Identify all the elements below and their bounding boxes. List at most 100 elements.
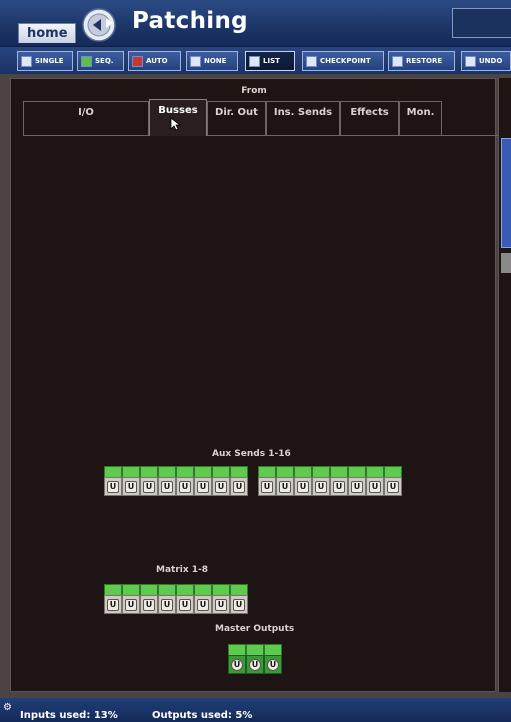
aux-sends-group-1: UUUUUUUU (104, 466, 248, 496)
aux-send-port-16[interactable]: U (384, 466, 402, 496)
none-button[interactable]: NONE (186, 51, 238, 71)
none-button-label: NONE (204, 57, 227, 65)
aux-send-port-body: U (348, 477, 366, 496)
aux-send-port-body: U (366, 477, 384, 496)
tab-io-label: I/O (78, 107, 94, 118)
status-bar: ⚙ Inputs used: 13% Outputs used: 5% (0, 698, 511, 722)
matrix-port-1[interactable]: U (104, 584, 122, 614)
aux-send-port-body: U (276, 477, 294, 496)
title-side-panel (452, 8, 511, 38)
aux-send-port-6[interactable]: U (194, 466, 212, 496)
matrix-port-5[interactable]: U (176, 584, 194, 614)
checkpoint-button[interactable]: CHECKPOINT (302, 51, 384, 71)
connector-icon: U (107, 598, 119, 611)
matrix-port-4[interactable]: U (158, 584, 176, 614)
toolbar: SINGLE SEQ. AUTO NONE LIST CHECKPOINT RE… (0, 46, 511, 74)
connector-icon: U (231, 658, 243, 671)
connector-icon: U (233, 598, 245, 611)
matrix-port-6[interactable]: U (194, 584, 212, 614)
restore-button-label: RESTORE (406, 57, 443, 65)
tab-effects-label: Effects (350, 107, 389, 118)
sequence-patch-icon (81, 55, 92, 67)
connector-icon: U (161, 598, 173, 611)
connector-icon: U (279, 480, 291, 493)
tab-busses[interactable]: Busses (149, 99, 207, 136)
list-icon (249, 55, 260, 67)
auto-button[interactable]: AUTO (128, 51, 181, 71)
aux-send-port-11[interactable]: U (294, 466, 312, 496)
tab-dir-out-label: Dir. Out (215, 107, 258, 118)
aux-send-port-body: U (230, 477, 248, 496)
connector-icon: U (249, 658, 261, 671)
from-label: From (241, 86, 267, 96)
aux-send-port-body: U (258, 477, 276, 496)
matrix-port-body: U (194, 595, 212, 614)
matrix-group: UUUUUUUU (104, 584, 248, 614)
aux-send-port-3[interactable]: U (140, 466, 158, 496)
aux-send-port-9[interactable]: U (258, 466, 276, 496)
master-output-port-1[interactable]: U (228, 644, 246, 674)
master-outputs-title: Master Outputs (215, 624, 295, 634)
aux-send-port-8[interactable]: U (230, 466, 248, 496)
tab-io[interactable]: I/O (23, 101, 149, 135)
tab-mon[interactable]: Mon. (399, 101, 442, 135)
aux-send-port-indicator (158, 466, 176, 477)
aux-send-port-4[interactable]: U (158, 466, 176, 496)
connector-icon: U (215, 598, 227, 611)
main-area: From I/O Busses Dir. Out Ins. Sends Effe… (0, 74, 511, 698)
connector-icon: U (297, 480, 309, 493)
mouse-cursor-icon (170, 117, 182, 131)
matrix-port-indicator (104, 584, 122, 595)
connector-icon: U (261, 480, 273, 493)
aux-send-port-indicator (366, 466, 384, 477)
to-panel-blue-block (501, 138, 511, 248)
title-bar: home Patching (0, 0, 511, 46)
seq-button[interactable]: SEQ. (77, 51, 124, 71)
matrix-port-2[interactable]: U (122, 584, 140, 614)
master-output-port-2[interactable]: U (246, 644, 264, 674)
aux-send-port-5[interactable]: U (176, 466, 194, 496)
list-button[interactable]: LIST (245, 51, 295, 71)
matrix-port-7[interactable]: U (212, 584, 230, 614)
aux-send-port-indicator (312, 466, 330, 477)
restore-button[interactable]: RESTORE (388, 51, 455, 71)
aux-send-port-13[interactable]: U (330, 466, 348, 496)
master-output-port-3[interactable]: U (264, 644, 282, 674)
connector-icon: U (161, 480, 173, 493)
connector-icon: U (125, 598, 137, 611)
matrix-port-indicator (176, 584, 194, 595)
master-outputs-group: UUU (228, 644, 282, 674)
aux-sends-title: Aux Sends 1-16 (212, 449, 291, 459)
master-output-port-body: U (264, 655, 282, 674)
matrix-port-body: U (122, 595, 140, 614)
undo-icon (465, 55, 476, 67)
matrix-port-body: U (158, 595, 176, 614)
aux-send-port-12[interactable]: U (312, 466, 330, 496)
gear-icon: ⚙ (3, 702, 12, 713)
master-output-port-indicator (246, 644, 264, 655)
tab-ins-sends[interactable]: Ins. Sends (266, 101, 340, 135)
single-button[interactable]: SINGLE (17, 51, 73, 71)
aux-send-port-body: U (312, 477, 330, 496)
aux-send-port-7[interactable]: U (212, 466, 230, 496)
home-tab[interactable]: home (18, 23, 76, 43)
aux-send-port-14[interactable]: U (348, 466, 366, 496)
aux-send-port-indicator (122, 466, 140, 477)
aux-send-port-15[interactable]: U (366, 466, 384, 496)
source-tabs: I/O Busses Dir. Out Ins. Sends Effects M… (23, 99, 503, 136)
aux-send-port-1[interactable]: U (104, 466, 122, 496)
tab-ins-sends-label: Ins. Sends (273, 107, 333, 118)
matrix-port-3[interactable]: U (140, 584, 158, 614)
navigation-knob-icon[interactable] (82, 8, 116, 42)
undo-button-label: UNDO (479, 57, 503, 65)
tab-effects[interactable]: Effects (340, 101, 399, 135)
aux-send-port-indicator (294, 466, 312, 477)
single-patch-icon (21, 55, 32, 67)
page-title: Patching (132, 8, 248, 34)
aux-send-port-2[interactable]: U (122, 466, 140, 496)
matrix-port-8[interactable]: U (230, 584, 248, 614)
to-panel-grey-block (501, 253, 511, 273)
tab-dir-out[interactable]: Dir. Out (207, 101, 266, 135)
aux-send-port-10[interactable]: U (276, 466, 294, 496)
undo-button[interactable]: UNDO (461, 51, 511, 71)
